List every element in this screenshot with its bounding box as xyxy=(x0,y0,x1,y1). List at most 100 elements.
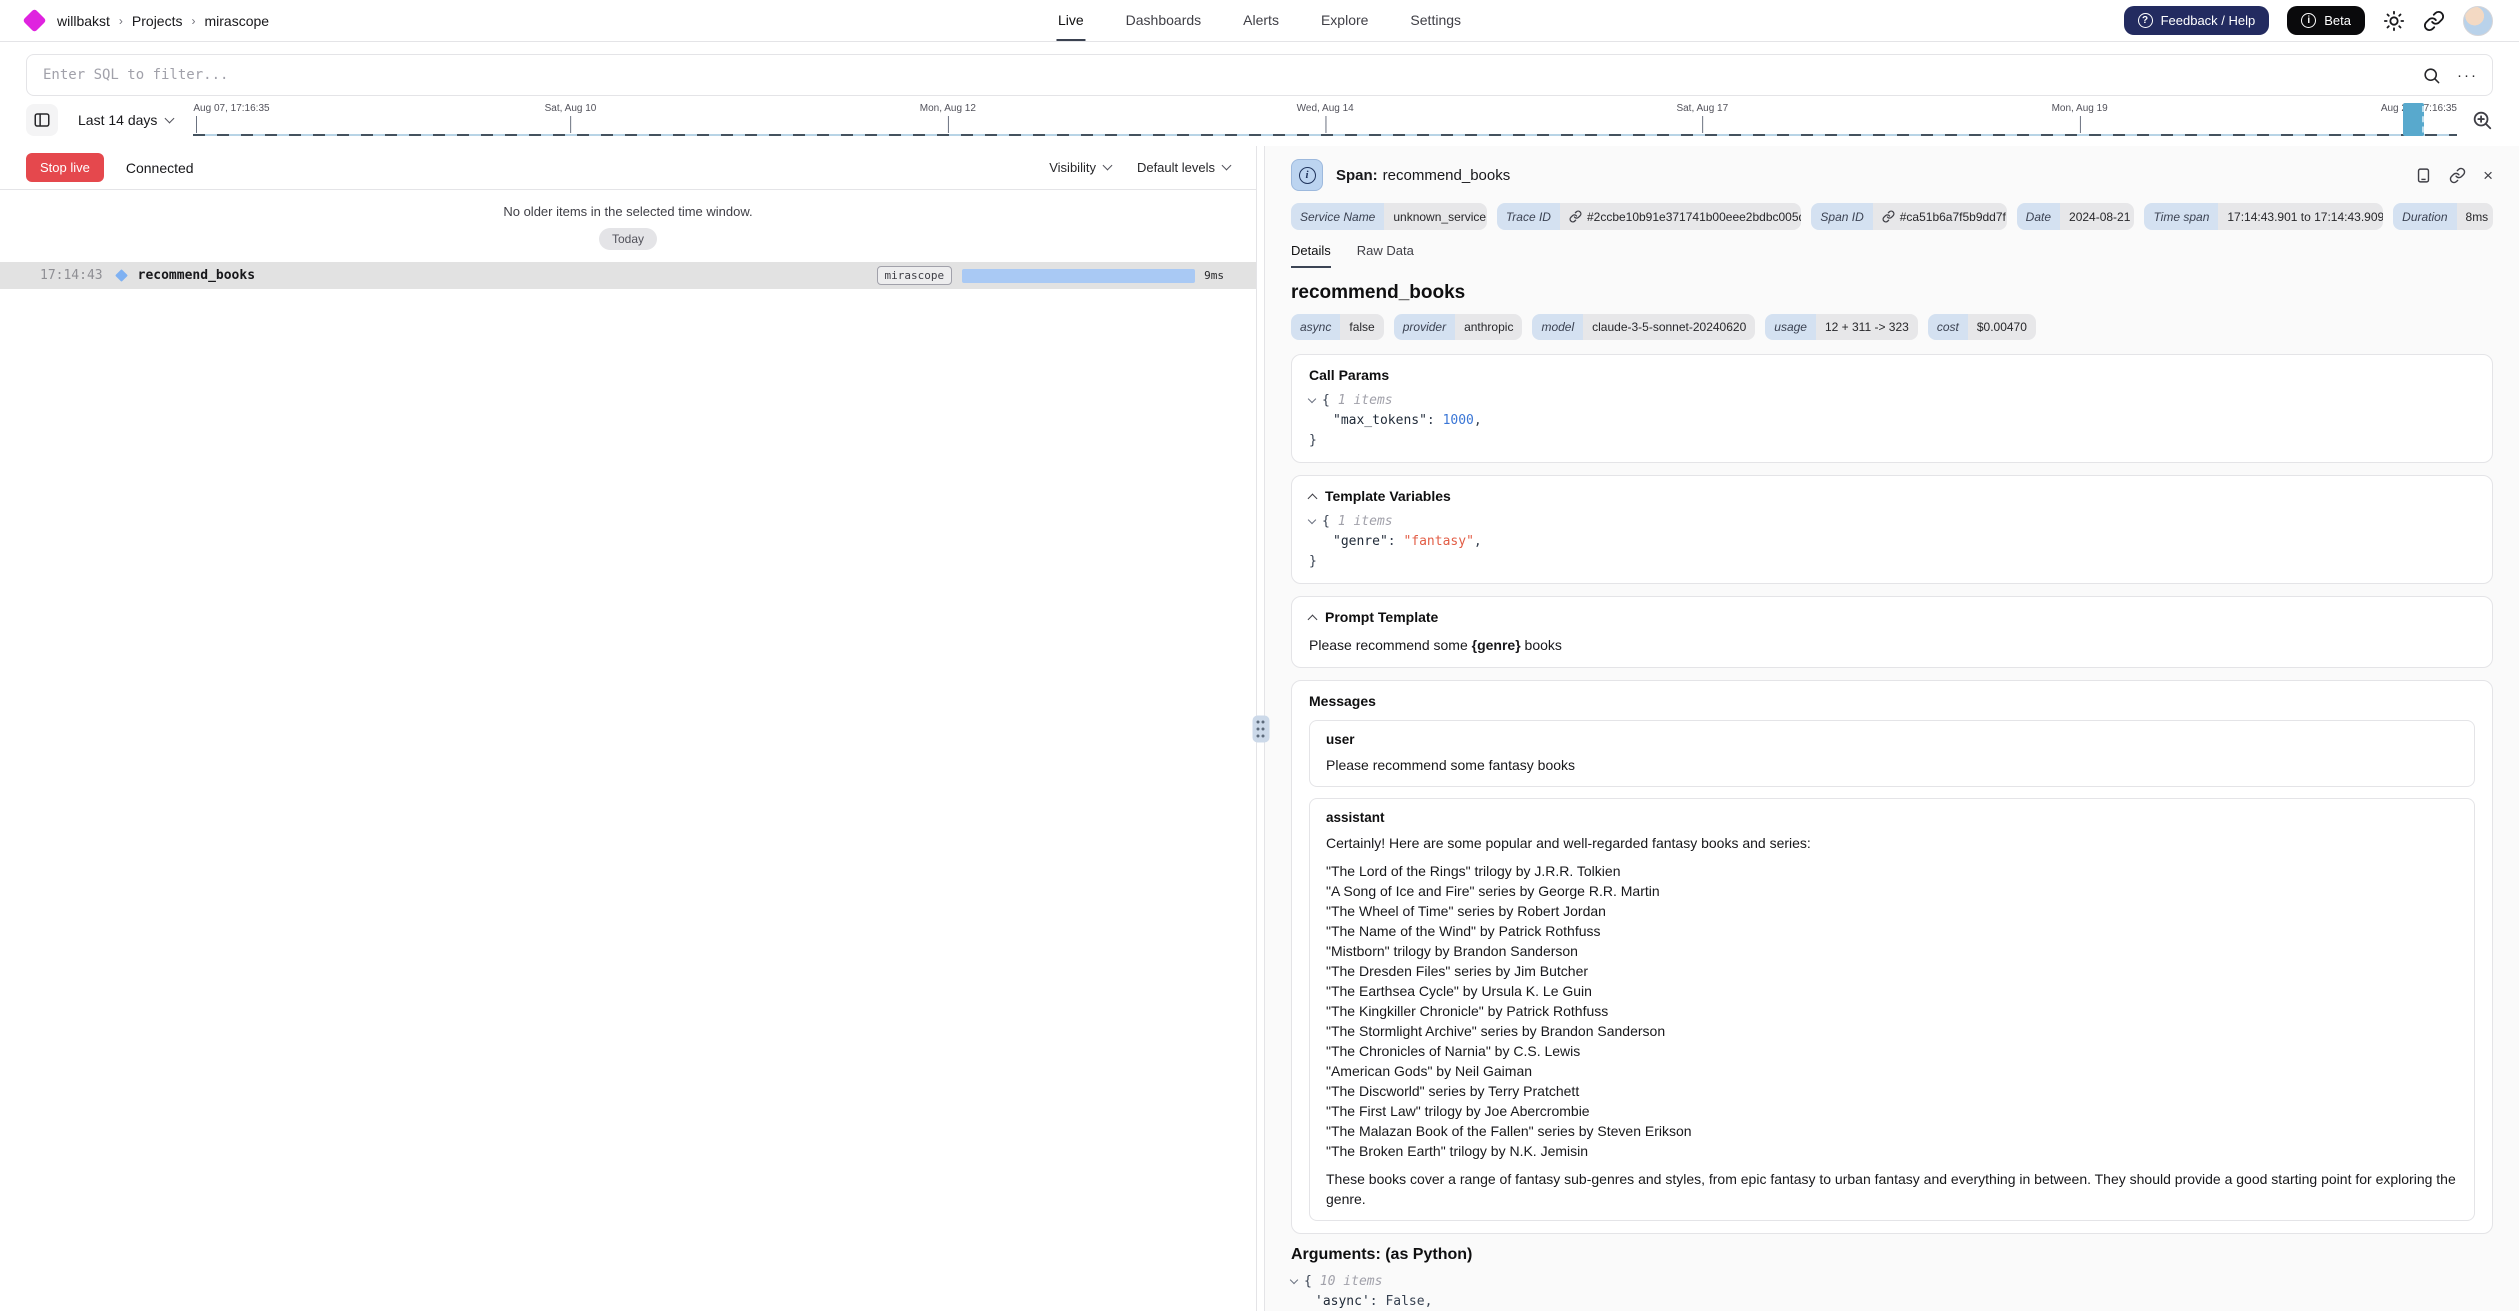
live-toolbar: Stop live Connected Visibility Default l… xyxy=(0,146,1256,190)
user-message-text: Please recommend some fantasy books xyxy=(1326,755,2458,775)
meta-badge-label: Service Name xyxy=(1291,203,1384,230)
book-list-item: "The Kingkiller Chronicle" by Patrick Ro… xyxy=(1326,1001,2458,1021)
prompt-template-title: Prompt Template xyxy=(1325,609,1438,625)
attribute-badge-label: async xyxy=(1291,314,1340,340)
visibility-label: Visibility xyxy=(1049,160,1096,175)
zoom-in-icon xyxy=(2471,109,2493,131)
more-options-icon[interactable]: ··· xyxy=(2457,68,2478,83)
breadcrumb-item[interactable]: willbakst xyxy=(57,13,110,29)
assistant-book-list: "The Lord of the Rings" trilogy by J.R.R… xyxy=(1326,861,2458,1161)
close-icon[interactable]: × xyxy=(2483,167,2493,184)
book-list-item: "A Song of Ice and Fire" series by Georg… xyxy=(1326,881,2458,901)
nav-tab[interactable]: Dashboards xyxy=(1124,0,1204,41)
span-type-chip: i xyxy=(1291,159,1323,191)
breadcrumb-item[interactable]: Projects xyxy=(132,13,183,29)
search-icon[interactable] xyxy=(2422,66,2441,85)
id-link-icon[interactable] xyxy=(1569,210,1582,223)
meta-badge-label: Time span xyxy=(2144,203,2218,230)
trace-list: No older items in the selected time wind… xyxy=(0,190,1256,1311)
book-list-item: "The Broken Earth" trilogy by N.K. Jemis… xyxy=(1326,1141,2458,1161)
breadcrumb-item[interactable]: mirascope xyxy=(204,13,269,29)
toggle-sidebar-button[interactable] xyxy=(26,104,58,136)
book-list-item: "Mistborn" trilogy by Brandon Sanderson xyxy=(1326,941,2458,961)
meta-badge-text: #2ccbe10b91e371741b00eee2bdbc005d xyxy=(1587,211,1801,223)
sql-filter-icons: ··· xyxy=(2422,55,2478,95)
beta-button[interactable]: i Beta xyxy=(2287,6,2365,35)
meta-badge-text: 8ms xyxy=(2466,211,2489,223)
attribute-badge-value: anthropic xyxy=(1455,314,1522,340)
meta-badge-text: 2024-08-21 xyxy=(2069,211,2130,223)
collapse-section-icon[interactable] xyxy=(1308,614,1318,624)
messages-card: Messages user Please recommend some fant… xyxy=(1291,680,2493,1234)
nav-tab[interactable]: Live xyxy=(1056,0,1086,41)
trace-row[interactable]: 17:14:43 recommend_books mirascope 9ms xyxy=(0,262,1256,289)
json-items-note: 1 items xyxy=(1338,514,1393,529)
json-open-brace: { xyxy=(1322,514,1330,529)
user-avatar[interactable] xyxy=(2463,6,2493,36)
id-link-icon[interactable] xyxy=(1882,210,1895,223)
attribute-badge: cost $0.00470 xyxy=(1928,314,2036,340)
timeline-bar: Last 14 days Aug 07, 17:16:35 Sat, Aug 1… xyxy=(0,96,2519,146)
nav-tab[interactable]: Settings xyxy=(1408,0,1463,41)
default-levels-dropdown[interactable]: Default levels xyxy=(1137,160,1230,175)
live-toolbar-right: Visibility Default levels xyxy=(1049,160,1230,175)
copy-link-icon[interactable] xyxy=(2449,167,2466,184)
stop-live-button[interactable]: Stop live xyxy=(26,153,104,182)
timeline-tick-label: Sat, Aug 10 xyxy=(545,103,597,114)
app-window: willbakst › Projects › mirascope › xyxy=(0,0,2519,1311)
visibility-dropdown[interactable]: Visibility xyxy=(1049,160,1111,175)
meta-badge: Date 2024-08-21 xyxy=(2017,203,2135,230)
trace-timestamp: 17:14:43 xyxy=(40,268,103,283)
json-string-value: "fantasy" xyxy=(1403,534,1473,549)
span-content: recommend_books async false provider ant… xyxy=(1265,268,2519,1311)
share-link-button[interactable] xyxy=(2423,10,2445,32)
info-icon: i xyxy=(1299,167,1316,184)
json-colon: : xyxy=(1427,413,1443,428)
span-tabs: Details Raw Data xyxy=(1291,243,2493,268)
span-title-row: i Span:recommend_books xyxy=(1291,159,2493,191)
timeline-scrubber[interactable]: Aug 07, 17:16:35 Sat, Aug 10 Mon, Aug 12… xyxy=(193,102,2457,138)
collapse-caret-icon[interactable] xyxy=(1308,394,1316,402)
prompt-text-before: Please recommend some xyxy=(1309,637,1472,653)
collapse-caret-icon[interactable] xyxy=(1308,515,1316,523)
panel-resize-handle[interactable] xyxy=(1252,715,1269,742)
nav-tab[interactable]: Explore xyxy=(1319,0,1370,41)
drag-dots-icon xyxy=(1257,727,1260,730)
time-range-dropdown[interactable]: Last 14 days xyxy=(72,112,179,128)
app-logo-icon xyxy=(22,8,46,32)
meta-badge-label: Trace ID xyxy=(1497,203,1560,230)
collapse-caret-icon[interactable] xyxy=(1290,1275,1298,1283)
timeline-zoom-button[interactable] xyxy=(2471,109,2493,131)
span-diamond-icon xyxy=(115,269,128,282)
messages-title: Messages xyxy=(1309,693,1376,709)
attribute-badge-value: false xyxy=(1340,314,1383,340)
time-range-label: Last 14 days xyxy=(78,112,157,128)
feedback-help-label: Feedback / Help xyxy=(2161,13,2256,28)
sql-filter-input[interactable] xyxy=(27,55,2492,95)
meta-badge-value: 8ms xyxy=(2457,203,2493,230)
theme-toggle-button[interactable] xyxy=(2383,10,2405,32)
json-number-value: 1000 xyxy=(1443,413,1474,428)
json-close-brace: } xyxy=(1309,433,1317,448)
beta-label: Beta xyxy=(2324,13,2351,28)
arguments-json: { 10 items 'async': False, 'model': 'cla… xyxy=(1291,1271,2493,1311)
arguments-heading: Arguments: (as Python) xyxy=(1291,1246,2493,1264)
book-list-item: "The First Law" trilogy by Joe Abercromb… xyxy=(1326,1101,2458,1121)
open-in-panel-icon[interactable] xyxy=(2415,167,2432,184)
span-tab[interactable]: Raw Data xyxy=(1357,243,1414,268)
timeline-selection[interactable] xyxy=(2403,103,2424,136)
attribute-badge-value: 12 + 311 -> 323 xyxy=(1816,314,1918,340)
nav-tab[interactable]: Alerts xyxy=(1241,0,1281,41)
chevron-down-icon xyxy=(1103,161,1113,171)
feedback-help-button[interactable]: ? Feedback / Help xyxy=(2124,6,2270,35)
meta-badge-value: 2024-08-21 xyxy=(2060,203,2134,230)
json-comma: , xyxy=(1474,413,1482,428)
json-items-note: 1 items xyxy=(1338,393,1393,408)
span-tab[interactable]: Details xyxy=(1291,243,1331,268)
attribute-badge-label: provider xyxy=(1394,314,1455,340)
attribute-badge-label: cost xyxy=(1928,314,1968,340)
meta-badge-text: #ca51b6a7f5b9dd7f xyxy=(1900,211,2006,223)
json-open-brace: { xyxy=(1304,1274,1312,1289)
breadcrumb-separator: › xyxy=(191,14,195,28)
collapse-section-icon[interactable] xyxy=(1308,493,1318,503)
